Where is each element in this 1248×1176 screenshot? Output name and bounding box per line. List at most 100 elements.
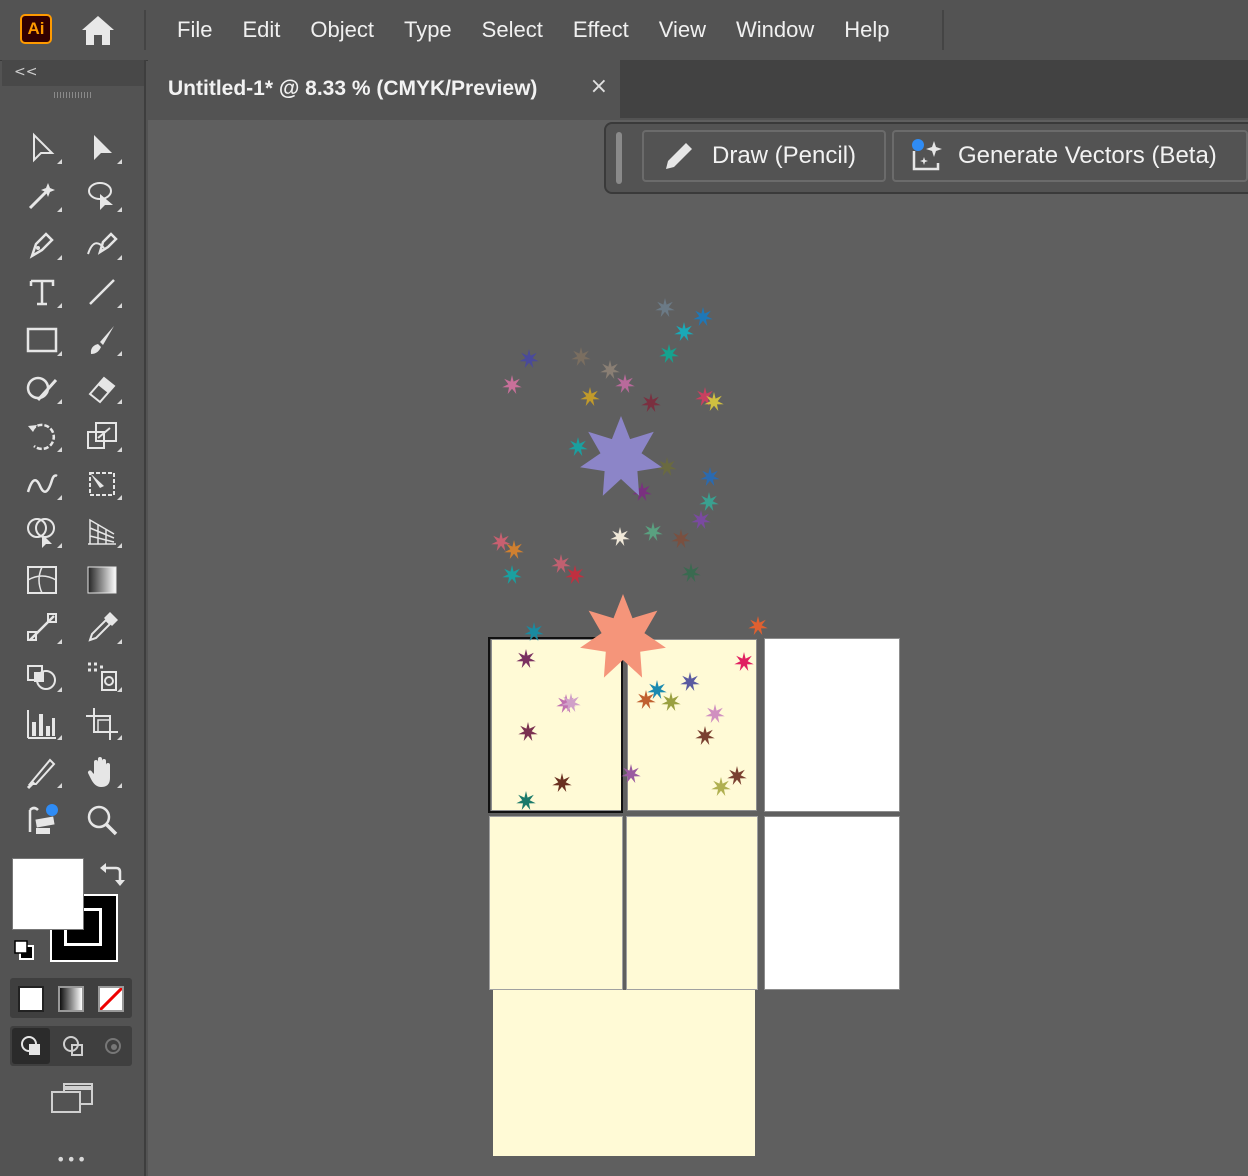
star-symbol[interactable] xyxy=(571,347,591,366)
scale-tool[interactable] xyxy=(78,414,126,458)
star-symbol[interactable] xyxy=(502,375,522,394)
draw-normal-button[interactable] xyxy=(12,1028,50,1064)
magic-wand-tool[interactable] xyxy=(18,174,66,218)
menu-type[interactable]: Type xyxy=(389,17,467,43)
star-symbol[interactable] xyxy=(551,554,571,573)
warp-tool[interactable] xyxy=(18,462,66,506)
menu-edit[interactable]: Edit xyxy=(227,17,295,43)
swap-fill-stroke-button[interactable] xyxy=(98,860,126,892)
menu-object[interactable]: Object xyxy=(295,17,389,43)
close-tab-button[interactable]: × xyxy=(590,74,608,99)
star-symbol[interactable] xyxy=(691,510,711,529)
star-symbol[interactable] xyxy=(565,565,585,584)
more-tools-button[interactable]: ••• xyxy=(56,1150,87,1169)
star-symbol[interactable] xyxy=(693,307,713,326)
star-symbol[interactable] xyxy=(491,532,511,551)
star-symbol[interactable] xyxy=(700,467,720,486)
star-symbol[interactable] xyxy=(734,652,754,671)
eraser-tool[interactable] xyxy=(78,366,126,410)
toolbar-grip[interactable] xyxy=(54,92,92,98)
star-symbol[interactable] xyxy=(711,777,731,796)
menu-file[interactable]: File xyxy=(162,17,227,43)
type-tool[interactable] xyxy=(18,270,66,314)
perspective-grid-tool[interactable] xyxy=(78,510,126,554)
star-symbol[interactable] xyxy=(516,649,536,668)
blend-tool[interactable] xyxy=(18,606,66,650)
star-symbol[interactable] xyxy=(610,527,630,546)
rotate-tool[interactable] xyxy=(18,414,66,458)
symbol-artwork[interactable] xyxy=(148,120,1248,1176)
star-symbol[interactable] xyxy=(518,722,538,741)
star-symbol[interactable] xyxy=(580,387,600,406)
rectangle-tool[interactable] xyxy=(18,318,66,362)
menu-effect[interactable]: Effect xyxy=(558,17,644,43)
line-segment-tool[interactable] xyxy=(78,270,126,314)
hand-tool[interactable] xyxy=(78,750,126,794)
menu-help[interactable]: Help xyxy=(829,17,904,43)
star-symbol[interactable] xyxy=(699,492,719,511)
paintbrush-tool[interactable] xyxy=(78,318,126,362)
slice-tool[interactable] xyxy=(18,750,66,794)
star-symbol[interactable] xyxy=(502,565,522,584)
star-symbol[interactable] xyxy=(671,529,691,548)
mesh-tool[interactable] xyxy=(18,558,66,602)
gradient-mode-button[interactable] xyxy=(58,986,84,1012)
curvature-tool[interactable] xyxy=(78,222,126,266)
star-symbol[interactable] xyxy=(643,522,663,541)
shaper-tool[interactable] xyxy=(18,366,66,410)
color-mode-button[interactable] xyxy=(18,986,44,1012)
symbol-sprayer-tool[interactable] xyxy=(78,654,126,698)
zoom-tool[interactable] xyxy=(78,798,126,842)
star-symbol[interactable] xyxy=(681,563,701,582)
live-paint-bucket-tool[interactable] xyxy=(18,654,66,698)
star-symbol[interactable] xyxy=(641,393,661,412)
draw-behind-button[interactable] xyxy=(54,1028,92,1064)
menu-select[interactable]: Select xyxy=(467,17,558,43)
star-symbol[interactable] xyxy=(600,360,620,379)
lasso-tool[interactable] xyxy=(78,174,126,218)
task-bar-grip[interactable] xyxy=(616,132,622,184)
menu-window[interactable]: Window xyxy=(721,17,829,43)
toolbar-collapse-button[interactable]: << xyxy=(2,60,144,86)
star-symbol[interactable] xyxy=(519,349,539,368)
star-symbol[interactable] xyxy=(680,672,700,691)
selection-tool[interactable] xyxy=(18,126,66,170)
canvas-area[interactable] xyxy=(148,120,1248,1176)
star-symbol[interactable] xyxy=(695,726,715,745)
draw-inside-button[interactable] xyxy=(94,1028,132,1064)
eyedropper-tool[interactable] xyxy=(78,606,126,650)
default-fill-stroke-button[interactable] xyxy=(12,938,36,966)
star-symbol[interactable] xyxy=(705,704,725,723)
menu-view[interactable]: View xyxy=(644,17,721,43)
pen-tool[interactable] xyxy=(18,222,66,266)
fill-swatch[interactable] xyxy=(12,858,84,930)
shape-builder-tool[interactable] xyxy=(18,510,66,554)
star-symbol[interactable] xyxy=(552,773,572,792)
star-symbol[interactable] xyxy=(568,437,588,456)
star-symbol[interactable] xyxy=(615,374,635,393)
document-tab[interactable]: Untitled-1* @ 8.33 % (CMYK/Preview) × xyxy=(148,60,620,118)
free-transform-tool[interactable] xyxy=(78,462,126,506)
star-symbol[interactable] xyxy=(727,766,747,785)
star-symbol[interactable] xyxy=(655,298,675,317)
generate-vectors-button[interactable]: Generate Vectors (Beta) xyxy=(892,130,1248,182)
home-button[interactable] xyxy=(78,12,118,48)
edit-toolbar-button[interactable] xyxy=(18,798,66,842)
none-mode-button[interactable] xyxy=(98,986,124,1012)
draw-pencil-button[interactable]: Draw (Pencil) xyxy=(642,130,886,182)
screen-mode-button[interactable] xyxy=(48,1080,96,1120)
gradient-tool[interactable] xyxy=(78,558,126,602)
star-symbol[interactable] xyxy=(524,622,544,641)
star-symbol[interactable] xyxy=(621,764,641,783)
star-symbol[interactable] xyxy=(674,322,694,341)
star-symbol[interactable] xyxy=(636,690,656,709)
direct-selection-tool[interactable] xyxy=(78,126,126,170)
star-symbol[interactable] xyxy=(580,594,666,678)
star-symbol[interactable] xyxy=(748,616,768,635)
column-graph-tool[interactable] xyxy=(18,702,66,746)
artboard-tool[interactable] xyxy=(78,702,126,746)
star-symbol[interactable] xyxy=(659,344,679,363)
star-symbol[interactable] xyxy=(661,692,681,711)
star-symbol[interactable] xyxy=(580,416,662,496)
star-symbol[interactable] xyxy=(516,791,536,810)
